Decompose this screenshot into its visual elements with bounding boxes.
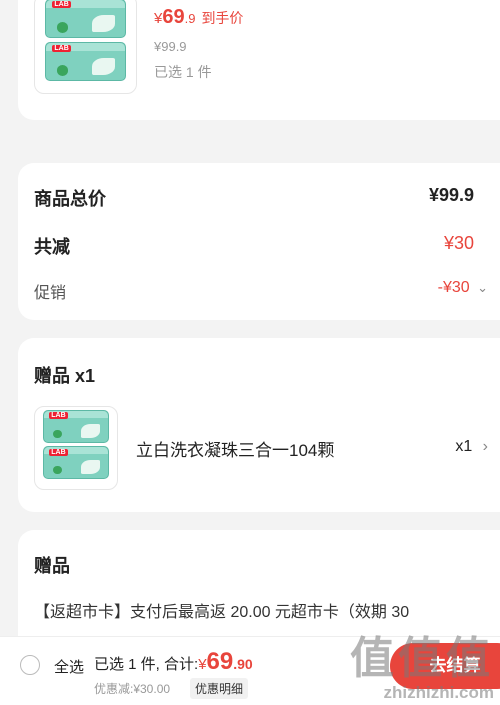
checkout-bar: 全选 已选 1 件, 合计:¥69.90 优惠减:¥30.00 优惠明细 去结算 (0, 636, 500, 705)
promo-value: -¥30 (437, 279, 470, 296)
gift-qty: x1 (455, 438, 473, 455)
promo-row[interactable]: 促销 -¥30 ⌄ (34, 279, 488, 303)
gift-item-title: 赠品 x1 (34, 366, 96, 386)
total-line: 已选 1 件, 合计:¥69.90 (94, 648, 253, 675)
gift-info-text: 【返超市卡】支付后最高返 20.00 元超市卡（效期 30 (34, 604, 410, 621)
original-price: ¥99.9 (154, 39, 187, 54)
gift-image[interactable]: LAB LAB (34, 406, 118, 490)
selected-count: 已选 1 件 (154, 64, 212, 80)
product-image[interactable]: LAB LAB (34, 0, 137, 94)
reduce-value: ¥30 (443, 233, 474, 253)
final-price: ¥69.9 到手价 (154, 6, 244, 28)
gift-qty-row[interactable]: x1 › (455, 438, 488, 456)
gift-info-title: 赠品 (34, 556, 70, 576)
total-value: ¥99.9 (428, 185, 474, 205)
promo-label: 促销 (34, 285, 67, 302)
chevron-down-icon[interactable]: ⌄ (477, 280, 488, 295)
checkout-button[interactable]: 去结算 (390, 643, 500, 689)
price-summary-card: 商品总价 ¥99.9 共减 ¥30 促销 -¥30 ⌄ (18, 163, 500, 320)
reduce-label: 共减 (34, 237, 70, 257)
total-label: 商品总价 (34, 189, 106, 209)
discount-text: 优惠减:¥30.00 (94, 682, 171, 696)
select-all-radio[interactable] (20, 655, 40, 675)
gift-name[interactable]: 立白洗衣凝珠三合一104颗 (136, 436, 334, 461)
gift-item-card: 赠品 x1 LAB LAB 立白洗衣凝珠三合一104颗 x1 › (18, 338, 500, 512)
select-all-label[interactable]: 全选 (54, 656, 84, 677)
discount-detail-button[interactable]: 优惠明细 (190, 678, 249, 699)
chevron-right-icon: › (482, 438, 488, 455)
